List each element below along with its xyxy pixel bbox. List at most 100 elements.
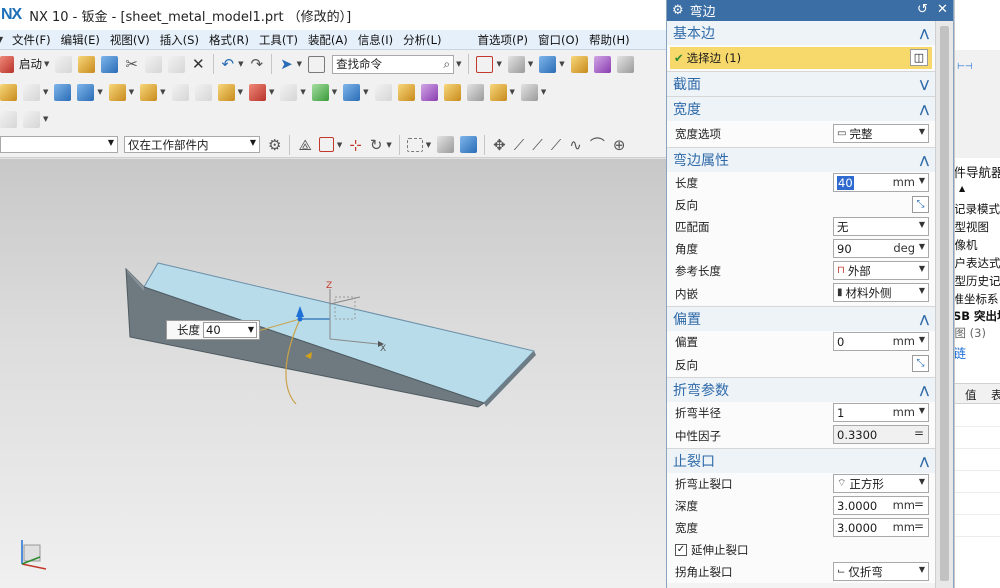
line-snap-icon[interactable]: ⟋ bbox=[514, 136, 525, 154]
save-icon[interactable] bbox=[101, 55, 119, 73]
feature-group-2-icon[interactable] bbox=[23, 110, 40, 128]
relief-depth-input[interactable]: 3.0000 mm = bbox=[833, 496, 929, 515]
fit-dropdown-icon[interactable]: ▼ bbox=[496, 60, 501, 68]
graphics-viewport[interactable]: X Z 长度 40 ▼ bbox=[0, 159, 668, 588]
navigator-sort-icon[interactable]: ▲ bbox=[959, 184, 965, 193]
rebend-icon[interactable] bbox=[248, 83, 266, 101]
gusset-icon[interactable] bbox=[420, 83, 438, 101]
col-expression[interactable]: 表 bbox=[991, 387, 1000, 403]
undo-icon[interactable]: ↶ bbox=[222, 55, 235, 73]
box-select-icon[interactable] bbox=[406, 137, 423, 152]
menu-view[interactable]: 视图(V) bbox=[105, 32, 155, 48]
reset-icon[interactable]: ↺ bbox=[917, 2, 928, 17]
search-dropdown-icon[interactable]: ▼ bbox=[456, 60, 461, 68]
louver-icon[interactable] bbox=[374, 83, 392, 101]
menu-info[interactable]: 信息(I) bbox=[353, 32, 398, 48]
group-relief-header[interactable]: 止裂口 ⋀ bbox=[667, 449, 935, 473]
selection-intent-icon[interactable] bbox=[318, 137, 334, 152]
select-cursor-icon[interactable]: ➤ bbox=[280, 55, 293, 73]
shaded-view-icon[interactable] bbox=[507, 55, 525, 73]
point-snap-icon[interactable]: ✥ bbox=[493, 136, 506, 154]
menu-analysis[interactable]: 分析(L) bbox=[398, 32, 446, 48]
length-onscreen-field[interactable]: 40 ▼ bbox=[203, 322, 257, 338]
jog-icon[interactable] bbox=[194, 83, 212, 101]
hem-dropdown-icon[interactable]: ▼ bbox=[160, 88, 165, 96]
new-file-icon[interactable] bbox=[55, 55, 73, 73]
convert-icon[interactable] bbox=[489, 83, 507, 101]
extend-relief-checkbox[interactable]: ✓ bbox=[675, 544, 687, 556]
nav-dependencies-link[interactable]: 链 bbox=[955, 343, 966, 362]
menu-edit[interactable]: 编辑(E) bbox=[56, 32, 105, 48]
rotate-icon[interactable]: ↻ bbox=[370, 136, 383, 154]
curve-snap-icon[interactable]: ∿ bbox=[569, 136, 582, 154]
group-flange-header[interactable]: 弯边属性 ⋀ bbox=[667, 148, 935, 172]
corner-dropdown-icon[interactable]: ▼ bbox=[300, 88, 305, 96]
menu-assembly[interactable]: 装配(A) bbox=[303, 32, 353, 48]
convert-dropdown-icon[interactable]: ▼ bbox=[510, 88, 515, 96]
bead-icon[interactable] bbox=[397, 83, 415, 101]
start-icon[interactable] bbox=[0, 55, 14, 73]
menu-preferences[interactable]: 首选项(P) bbox=[473, 32, 533, 48]
box-dropdown-icon[interactable]: ▼ bbox=[426, 141, 431, 149]
neutral-factor-input[interactable]: 0.3300 = bbox=[833, 425, 929, 444]
delete-icon[interactable]: ✕ bbox=[192, 55, 205, 73]
corner-relief-select[interactable]: ⌙ 仅折弯 ▼ bbox=[833, 562, 929, 581]
select-edge-cube-icon[interactable]: ◫ bbox=[910, 49, 928, 66]
menu-format[interactable]: 格式(R) bbox=[204, 32, 254, 48]
nav-history-mode[interactable]: 历史记录模式 bbox=[955, 201, 1000, 217]
command-finder-icon[interactable] bbox=[308, 55, 326, 73]
menu-expand-icon[interactable]: ▼ bbox=[0, 35, 7, 44]
nav-sb-tab[interactable]: SB 突出块 bbox=[955, 308, 1000, 324]
dialog-scrollbar[interactable] bbox=[935, 21, 953, 588]
menu-help[interactable]: 帮助(H) bbox=[584, 32, 635, 48]
flange-icon[interactable] bbox=[54, 83, 72, 101]
sketch-icon[interactable] bbox=[0, 83, 17, 101]
unbend-dropdown-icon[interactable]: ▼ bbox=[238, 88, 243, 96]
display-icon[interactable] bbox=[593, 55, 611, 73]
shade-dropdown-icon[interactable]: ▼ bbox=[528, 60, 533, 68]
group-base-edge-header[interactable]: 基本边 ⋀ bbox=[667, 21, 935, 45]
punch-dropdown-icon[interactable]: ▼ bbox=[332, 88, 337, 96]
loft-dropdown-icon[interactable]: ▼ bbox=[129, 88, 134, 96]
flange-length-input[interactable]: 40 mm ▼ bbox=[833, 173, 929, 192]
hem-flange-icon[interactable] bbox=[140, 83, 158, 101]
unbend-icon[interactable] bbox=[217, 83, 235, 101]
bend-icon[interactable] bbox=[171, 83, 189, 101]
copy-icon[interactable] bbox=[144, 55, 162, 73]
cut-icon[interactable]: ✂ bbox=[125, 55, 138, 73]
reverse-direction-icon[interactable]: ⤡ bbox=[912, 196, 929, 213]
group-offset-header[interactable]: 偏置 ⋀ bbox=[667, 307, 935, 331]
solid-filter-icon[interactable] bbox=[437, 136, 455, 153]
redo-icon[interactable]: ↷ bbox=[251, 55, 264, 73]
snap-point-icon[interactable]: ⟁ bbox=[298, 136, 311, 154]
select-edge-row[interactable]: ✔ 选择边 (1) ◫ bbox=[670, 47, 932, 69]
relief-width-input[interactable]: 3.0000 mm = bbox=[833, 518, 929, 537]
menu-insert[interactable]: 插入(S) bbox=[155, 32, 204, 48]
offset-reverse-icon[interactable]: ⤡ bbox=[912, 355, 929, 372]
menu-window[interactable]: 窗口(O) bbox=[533, 32, 584, 48]
nav-model-views[interactable]: 模型视图 bbox=[955, 219, 989, 235]
bend-relief-select[interactable]: ⌔ 正方形 ▼ bbox=[833, 474, 929, 493]
selection-scope-select[interactable]: 仅在工作部件内 ▼ bbox=[124, 136, 260, 153]
command-search-input[interactable]: 查找命令 ⌕ bbox=[332, 54, 455, 74]
intent-dropdown-icon[interactable]: ▼ bbox=[337, 141, 342, 149]
dimple-icon[interactable] bbox=[343, 83, 361, 101]
tab-dropdown-icon[interactable]: ▼ bbox=[43, 88, 48, 96]
close-icon[interactable]: ✕ bbox=[937, 2, 948, 17]
dimple-dropdown-icon[interactable]: ▼ bbox=[363, 88, 368, 96]
group-section-header[interactable]: 截面 ⋁ bbox=[667, 72, 935, 96]
punch-icon[interactable] bbox=[311, 83, 329, 101]
width-option-select[interactable]: ▭ 完整 ▼ bbox=[833, 124, 929, 143]
open-folder-icon[interactable] bbox=[78, 55, 96, 73]
menu-file[interactable]: 文件(F) bbox=[7, 32, 56, 48]
paste-icon[interactable] bbox=[167, 55, 185, 73]
layer-icon[interactable] bbox=[570, 55, 588, 73]
dialog-gear-icon[interactable]: ⚙ bbox=[672, 3, 684, 18]
select-dropdown-icon[interactable]: ▼ bbox=[297, 60, 302, 68]
fit-view-icon[interactable] bbox=[476, 55, 494, 73]
nav-datum-csys[interactable]: 基准坐标系 bbox=[955, 291, 999, 307]
more-dropdown-icon[interactable]: ▼ bbox=[541, 88, 546, 96]
nav-model-history[interactable]: 模型历史记录 bbox=[955, 273, 1000, 289]
midpoint-snap-icon[interactable]: ⟋ bbox=[551, 136, 562, 154]
lofted-flange-icon[interactable] bbox=[108, 83, 126, 101]
